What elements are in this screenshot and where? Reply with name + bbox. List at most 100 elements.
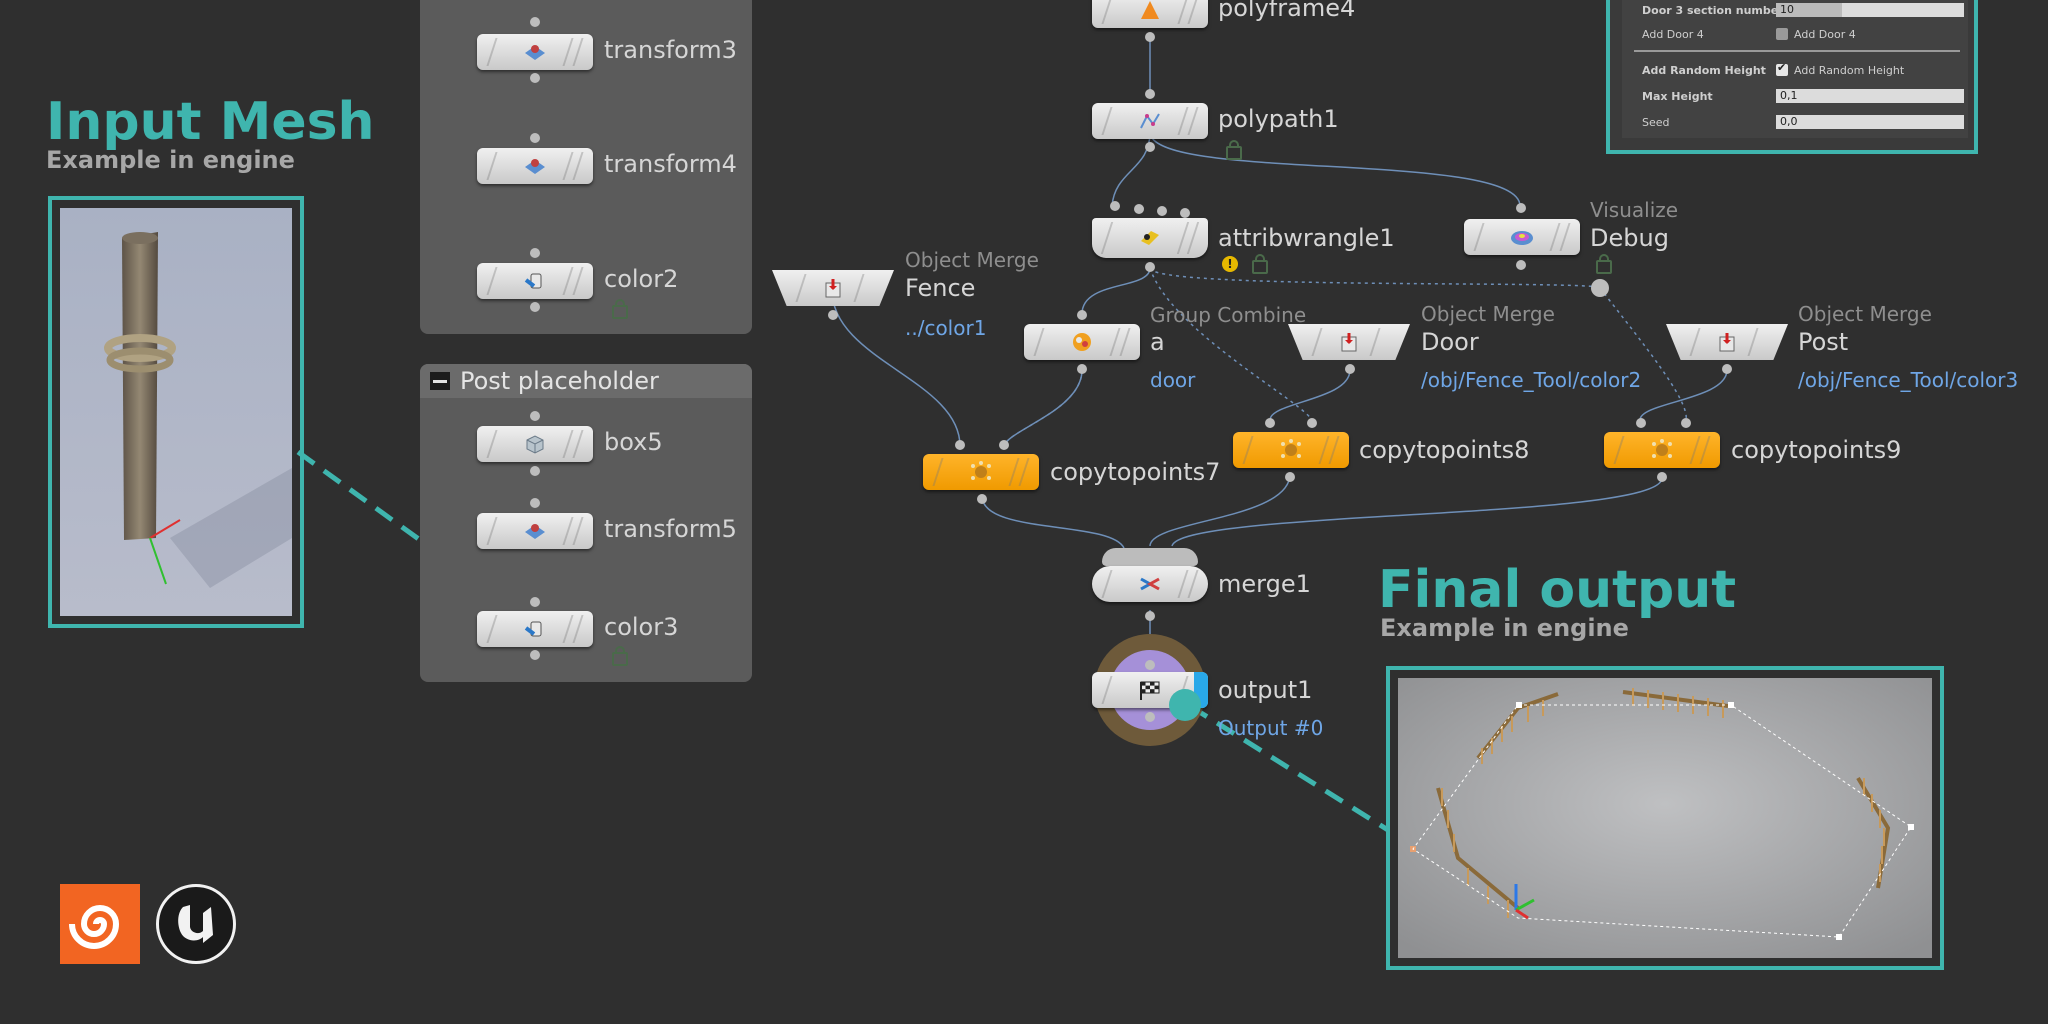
object-path-link[interactable]: /obj/Fence_Tool/color3 [1798,368,2018,392]
input-dot [1180,208,1190,218]
node-transform5[interactable] [477,513,593,549]
node-box5[interactable] [477,426,593,462]
input-dot [530,248,540,258]
add-door4-checkbox[interactable] [1776,28,1788,40]
box-icon [526,435,544,454]
input-mesh-subtitle: Example in engine [46,146,295,174]
param-label: Add Random Height [1642,64,1766,77]
input-mesh-title: Input Mesh [46,92,375,152]
input-dot [1265,418,1275,428]
final-output-subtitle: Example in engine [1380,614,1629,642]
collapse-icon[interactable] [430,372,450,390]
input-dot [999,440,1009,450]
output-dot [530,73,540,83]
object-merge-icon [1719,333,1735,352]
input-dot [1145,89,1155,99]
param-label: Max Height [1642,90,1713,103]
lock-icon [1596,254,1612,274]
copy-to-points-icon [1652,439,1672,458]
input-mesh-preview [48,196,304,628]
paint-bottle-icon [524,621,542,637]
param-seed: Seed 0,0 [1622,112,1968,134]
input-dot [530,133,540,143]
output-dot [1516,260,1526,270]
node-polypath1[interactable] [1092,103,1208,139]
node-transform4[interactable] [477,148,593,184]
lock-icon [612,646,628,666]
netbox-title: Post placeholder [460,367,659,395]
output-dot [530,650,540,660]
fence-render-image [1398,678,1932,958]
node-copytopoints8[interactable] [1233,432,1349,468]
output-dot [1145,262,1155,272]
output-dot [977,494,987,504]
output-connector-dot [1169,689,1201,721]
output-dot [1285,472,1295,482]
polyframe-icon [1141,1,1159,19]
input-dot [530,17,540,27]
lock-icon [1226,140,1242,160]
output-dot [1345,364,1355,374]
param-label: Add Door 4 [1642,28,1704,41]
node-type: Object Merge [905,248,1039,272]
parameter-panel: Door 3 section number 10 Add Door 4 Add … [1606,0,1978,154]
merge-icon [1140,577,1160,591]
netbox-header[interactable]: Post placeholder [420,364,752,398]
param-label: Door 3 section number [1642,4,1784,17]
input-dot [1157,206,1167,216]
node-group-combine[interactable] [1024,324,1140,360]
node-label: color2 [604,265,679,293]
houdini-logo [60,884,140,964]
parameter-panel-body: Door 3 section number 10 Add Door 4 Add … [1622,0,1968,138]
node-copytopoints9[interactable] [1604,432,1720,468]
input-dot [955,440,965,450]
add-random-height-checkbox[interactable] [1776,61,1788,76]
unreal-u-icon [178,905,213,943]
node-label: Fence [905,274,976,302]
input-dot [530,411,540,421]
node-fence-object-merge[interactable] [772,270,894,306]
node-label: copytopoints8 [1359,436,1530,464]
checkbox-label: Add Random Height [1794,64,1905,77]
object-path-link[interactable]: ../color1 [905,316,986,340]
wooden-post-image [60,208,292,616]
output-dot [1657,472,1667,482]
node-color3[interactable] [477,611,593,647]
group-name: door [1150,368,1196,392]
node-post-object-merge[interactable] [1666,324,1788,360]
node-polyframe4[interactable] [1092,0,1208,28]
polypath-icon [1140,113,1160,129]
input-dot [1110,201,1120,211]
node-door-object-merge[interactable] [1288,324,1410,360]
node-transform3[interactable] [477,34,593,70]
node-attribwrangle1[interactable] [1092,218,1208,258]
warning-icon[interactable]: ! [1222,256,1238,272]
seed-input[interactable]: 0,0 [1776,115,1964,129]
output-index: Output #0 [1218,716,1324,740]
node-label: Post [1798,328,1849,356]
dot-node[interactable] [1591,279,1609,297]
copy-to-points-icon [971,461,991,480]
copy-to-points-icon [1281,439,1301,458]
output-dot [530,302,540,312]
node-copytopoints7[interactable] [923,454,1039,490]
output-dot [1145,142,1155,152]
output-dot [1145,712,1155,722]
lock-icon [1252,254,1268,274]
input-dot [1307,418,1317,428]
object-path-link[interactable]: /obj/Fence_Tool/color2 [1421,368,1641,392]
node-label: transform3 [604,36,737,64]
wrangle-icon [1141,231,1159,245]
output-dot [1145,32,1155,42]
door3-section-input[interactable]: 10 [1776,3,1964,17]
node-debug[interactable] [1464,219,1580,255]
node-label: copytopoints7 [1050,458,1221,486]
node-label: transform4 [604,150,737,178]
param-label: Seed [1642,116,1670,129]
node-label: merge1 [1218,570,1311,598]
transform-icon [525,45,545,60]
node-merge1[interactable] [1092,566,1208,602]
input-dot [1516,203,1526,213]
max-height-input[interactable]: 0,1 [1776,89,1964,103]
node-color2[interactable] [477,263,593,299]
